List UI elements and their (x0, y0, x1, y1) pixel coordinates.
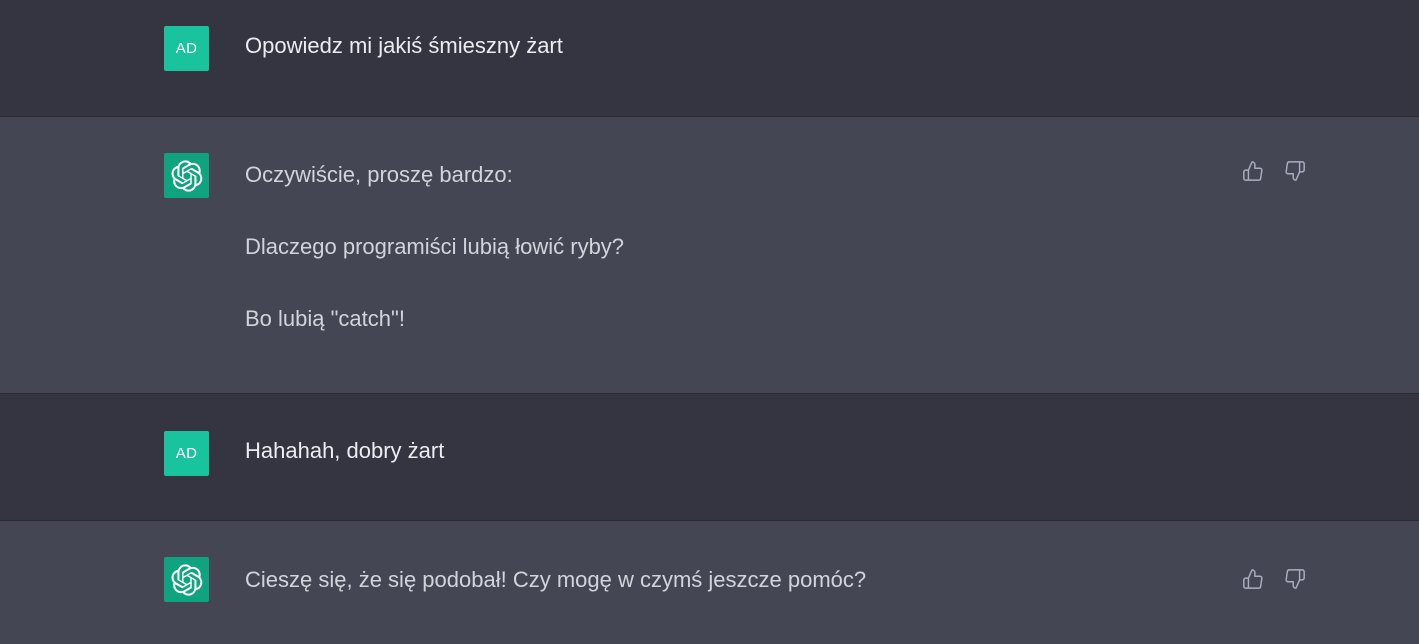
message-text: Opowiedz mi jakiś śmieszny żart (245, 32, 1259, 60)
message-paragraph: Dlaczego programiści lubią łowić ryby? (245, 234, 625, 259)
user-avatar-initials: AD (175, 445, 198, 462)
assistant-avatar (164, 153, 209, 198)
thumbs-down-icon (1285, 569, 1305, 589)
conversation-thread: AD Opowiedz mi jakiś śmieszny żart Oczyw… (0, 0, 1419, 644)
message-paragraph: Opowiedz mi jakiś śmieszny żart (245, 33, 563, 58)
openai-logo-icon (171, 563, 202, 596)
message-paragraph: Bo lubią "catch"! (245, 306, 405, 331)
message-text: Hahahah, dobry żart (245, 437, 1259, 465)
user-message: AD Hahahah, dobry żart (0, 393, 1419, 520)
thumbs-up-icon (1243, 161, 1263, 181)
thumbs-up-button[interactable] (1241, 567, 1265, 591)
user-avatar: AD (164, 26, 209, 71)
openai-logo-icon (171, 159, 202, 192)
message-text: Cieszę się, że się podobał! Czy mogę w c… (245, 566, 1259, 594)
thumbs-down-button[interactable] (1283, 159, 1307, 183)
assistant-message: Oczywiście, proszę bardzo: Dlaczego prog… (0, 116, 1419, 393)
thumbs-down-icon (1285, 161, 1305, 181)
user-message: AD Opowiedz mi jakiś śmieszny żart (0, 0, 1419, 116)
message-paragraph: Hahahah, dobry żart (245, 438, 445, 463)
thumbs-down-button[interactable] (1283, 567, 1307, 591)
assistant-avatar (164, 557, 209, 602)
message-paragraph: Oczywiście, proszę bardzo: (245, 162, 513, 187)
user-avatar-initials: AD (175, 40, 198, 57)
feedback-controls (1241, 159, 1307, 183)
thumbs-up-icon (1243, 569, 1263, 589)
message-paragraph: Cieszę się, że się podobał! Czy mogę w c… (245, 567, 867, 592)
thumbs-up-button[interactable] (1241, 159, 1265, 183)
assistant-message: Cieszę się, że się podobał! Czy mogę w c… (0, 520, 1419, 644)
user-avatar: AD (164, 431, 209, 476)
feedback-controls (1241, 567, 1307, 591)
message-text: Oczywiście, proszę bardzo: Dlaczego prog… (245, 161, 1259, 333)
